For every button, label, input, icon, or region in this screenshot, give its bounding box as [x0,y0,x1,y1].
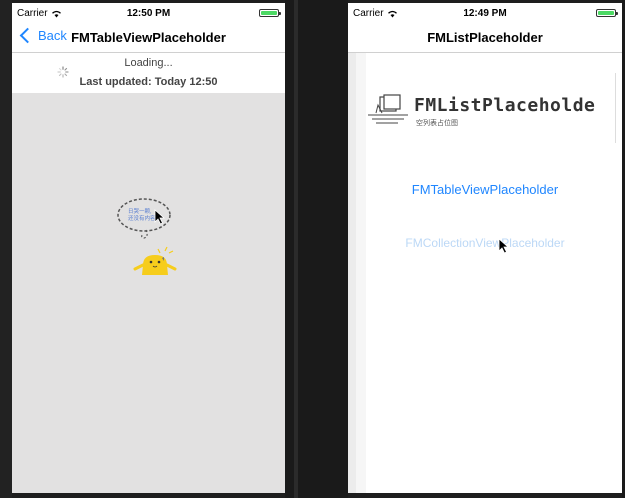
mouse-cursor-icon [498,238,510,254]
placeholder-area[interactable]: 日哭一颗, 还没有内容呢 [12,93,285,493]
table-view-placeholder-link[interactable]: FMTableViewPlaceholder [348,182,622,197]
scroll-indicator [615,73,616,143]
logo-illustration-icon [368,94,408,124]
side-strip-inner [356,53,366,493]
collection-view-placeholder-link[interactable]: FMCollectionViewPlaceholder [348,236,622,250]
logo-subtitle: 空列表占位图 [416,120,458,127]
status-bar: Carrier 12:49 PM [348,3,622,23]
status-time: 12:50 PM [126,8,171,19]
pull-to-refresh-header: Loading... Last updated: Today 12:50 [12,53,285,93]
navigation-bar: Back FMTableViewPlaceholder [12,23,285,53]
last-updated-text: Last updated: Today 12:50 [79,76,218,88]
status-bar: Carrier 12:50 PM [12,3,285,23]
navigation-bar: FMListPlaceholder [348,23,622,53]
left-simulator-screen: Carrier 12:50 PM Back FMTableViewPlaceho… [12,3,285,493]
logo-text: FMListPlaceholde [414,95,596,116]
logo: FMListPlaceholde 空列表占位图 [368,91,598,131]
status-time: 12:49 PM [463,8,507,19]
left-background [0,0,12,498]
side-strip [348,53,356,493]
right-simulator-screen: Carrier 12:49 PM FMListPlaceholder FMLis… [348,3,622,493]
nav-title: FMListPlaceholder [427,30,543,45]
battery-icon [596,9,618,17]
mouse-cursor-icon [154,209,166,225]
mascot-icon [133,246,177,275]
loading-text: Loading... [124,57,173,69]
middle-divider [294,0,298,498]
battery-icon [259,9,281,17]
bubble-line1: 日哭一颗, [128,208,152,215]
nav-title: FMTableViewPlaceholder [71,30,226,45]
